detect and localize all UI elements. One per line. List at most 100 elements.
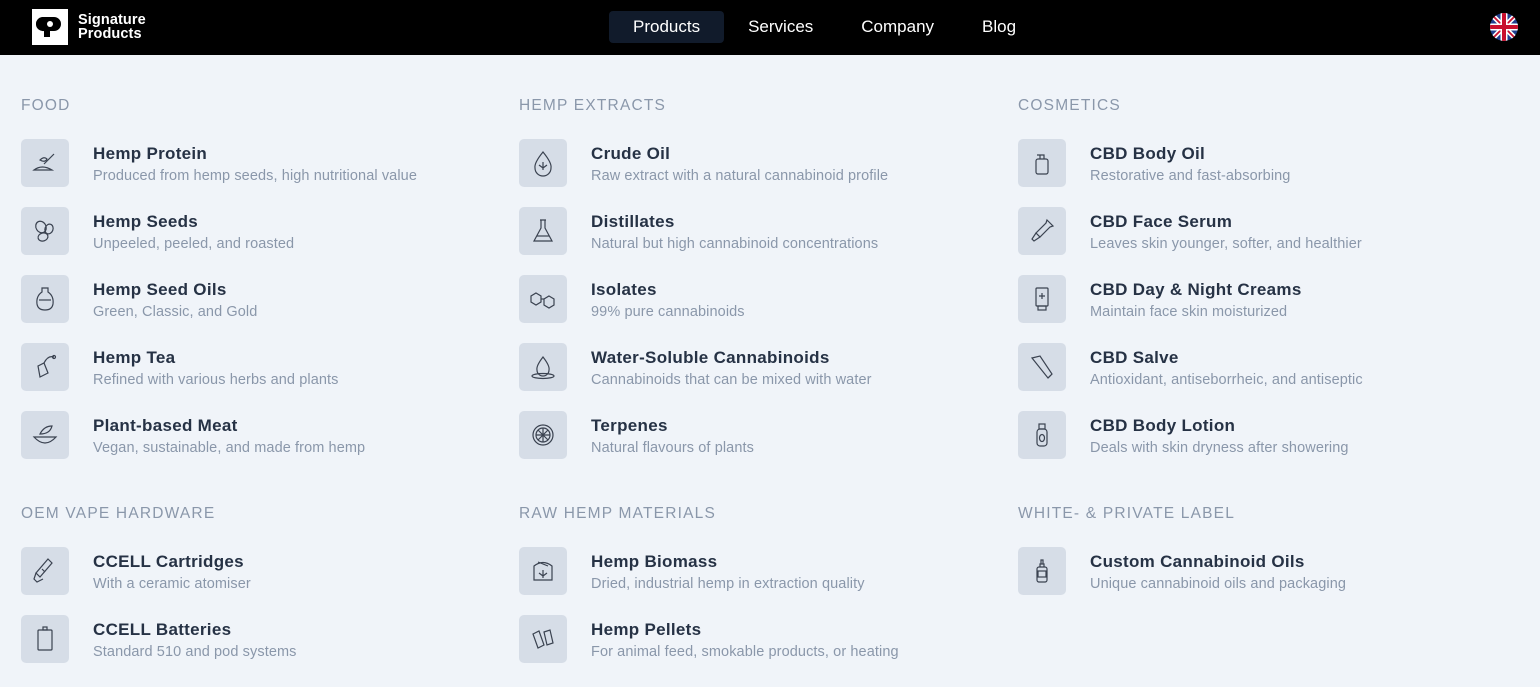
- molecule-icon: [519, 275, 567, 323]
- section-title: COSMETICS: [1018, 97, 1121, 114]
- menu-item-cbd-day-night-creams[interactable]: CBD Day & Night Creams Maintain face ski…: [1018, 275, 1488, 343]
- pellets-icon: [519, 615, 567, 663]
- item-title: Terpenes: [591, 416, 668, 435]
- lotion-bottle-icon: [1018, 411, 1066, 459]
- label-bottle-icon: [1018, 547, 1066, 595]
- item-title: Plant-based Meat: [93, 416, 238, 435]
- products-mega-menu: FOOD Hemp Protein Produced from hemp see…: [0, 55, 1540, 687]
- menu-item-terpenes[interactable]: Terpenes Natural flavours of plants: [519, 411, 989, 479]
- menu-item-ccell-batteries[interactable]: CCELL Batteries Standard 510 and pod sys…: [21, 615, 491, 683]
- item-title: Isolates: [591, 280, 657, 299]
- brand-name-line-2: Products: [78, 26, 142, 42]
- item-description: Restorative and fast-absorbing: [1090, 168, 1291, 184]
- item-description: Vegan, sustainable, and made from hemp: [93, 440, 366, 456]
- oil-jug-icon: [21, 275, 69, 323]
- item-title: CBD Salve: [1090, 348, 1179, 367]
- item-title: Hemp Seeds: [93, 212, 199, 231]
- item-title: Custom Cannabinoid Oils: [1090, 552, 1305, 571]
- top-navigation-bar: Signature Products Products Services Com…: [0, 0, 1540, 55]
- menu-item-hemp-biomass[interactable]: Hemp Biomass Dried, industrial hemp in e…: [519, 547, 989, 615]
- flask-icon: [519, 207, 567, 255]
- item-description: Deals with skin dryness after showering: [1090, 440, 1349, 456]
- section-title: RAW HEMP MATERIALS: [519, 505, 717, 522]
- seeds-icon: [21, 207, 69, 255]
- item-title: Crude Oil: [591, 144, 671, 163]
- item-description: Natural but high cannabinoid concentrati…: [591, 236, 879, 252]
- nav-company[interactable]: Company: [837, 11, 958, 43]
- item-description: Leaves skin younger, softer, and healthi…: [1090, 236, 1362, 252]
- brand-logo[interactable]: Signature Products: [32, 9, 146, 45]
- menu-item-isolates[interactable]: Isolates 99% pure cannabinoids: [519, 275, 989, 343]
- item-title: Water-Soluble Cannabinoids: [591, 348, 830, 367]
- item-title: Hemp Protein: [93, 144, 208, 163]
- nav-products[interactable]: Products: [609, 11, 725, 43]
- uk-flag-icon: [1490, 13, 1518, 41]
- item-title: CBD Body Oil: [1090, 144, 1206, 163]
- item-description: Dried, industrial hemp in extraction qua…: [591, 576, 865, 592]
- menu-item-distillates[interactable]: Distillates Natural but high cannabinoid…: [519, 207, 989, 275]
- item-title: CCELL Batteries: [93, 620, 232, 639]
- tea-bag-icon: [21, 343, 69, 391]
- language-switcher[interactable]: [1490, 13, 1518, 41]
- menu-item-ccell-cartridges[interactable]: CCELL Cartridges With a ceramic atomiser: [21, 547, 491, 615]
- section-raw-hemp-materials: RAW HEMP MATERIALS Hemp Biomass Dried, i…: [519, 504, 989, 683]
- pump-bottle-icon: [1018, 139, 1066, 187]
- item-description: For animal feed, smokable products, or h…: [591, 644, 899, 660]
- section-title: OEM VAPE HARDWARE: [21, 505, 216, 522]
- section-title: WHITE- & PRIVATE LABEL: [1018, 505, 1236, 522]
- item-description: Produced from hemp seeds, high nutrition…: [93, 168, 417, 184]
- item-description: With a ceramic atomiser: [93, 576, 251, 592]
- item-title: CBD Day & Night Creams: [1090, 280, 1302, 299]
- menu-item-cbd-body-lotion[interactable]: CBD Body Lotion Deals with skin dryness …: [1018, 411, 1488, 479]
- bowl-leaf-icon: [21, 411, 69, 459]
- nav-blog[interactable]: Blog: [958, 11, 1040, 43]
- section-white-private-label: WHITE- & PRIVATE LABEL Custom Cannabinoi…: [1018, 504, 1488, 615]
- menu-item-cbd-body-oil[interactable]: CBD Body Oil Restorative and fast-absorb…: [1018, 139, 1488, 207]
- scoop-icon: [21, 139, 69, 187]
- menu-item-cbd-salve[interactable]: CBD Salve Antioxidant, antiseborrheic, a…: [1018, 343, 1488, 411]
- brand-name: Signature Products: [78, 12, 146, 42]
- menu-item-hemp-seed-oils[interactable]: Hemp Seed Oils Green, Classic, and Gold: [21, 275, 491, 343]
- menu-item-custom-cannabinoid-oils[interactable]: Custom Cannabinoid Oils Unique cannabino…: [1018, 547, 1488, 615]
- item-description: Green, Classic, and Gold: [93, 304, 258, 320]
- main-nav: Products Services Company Blog: [609, 11, 1040, 43]
- menu-item-crude-oil[interactable]: Crude Oil Raw extract with a natural can…: [519, 139, 989, 207]
- section-hemp-extracts: HEMP EXTRACTS Crude Oil Raw extract with…: [519, 96, 989, 479]
- menu-item-cbd-face-serum[interactable]: CBD Face Serum Leaves skin younger, soft…: [1018, 207, 1488, 275]
- item-title: CCELL Cartridges: [93, 552, 244, 571]
- item-description: Refined with various herbs and plants: [93, 372, 339, 388]
- item-title: CBD Face Serum: [1090, 212, 1233, 231]
- item-title: Hemp Biomass: [591, 552, 718, 571]
- item-title: Hemp Tea: [93, 348, 176, 367]
- cartridge-icon: [21, 547, 69, 595]
- item-description: 99% pure cannabinoids: [591, 304, 745, 320]
- logo-mark-icon: [32, 9, 68, 45]
- cream-tube-icon: [1018, 275, 1066, 323]
- menu-item-hemp-seeds[interactable]: Hemp Seeds Unpeeled, peeled, and roasted: [21, 207, 491, 275]
- biomass-bag-icon: [519, 547, 567, 595]
- item-description: Cannabinoids that can be mixed with wate…: [591, 372, 872, 388]
- item-title: Hemp Pellets: [591, 620, 702, 639]
- item-description: Standard 510 and pod systems: [93, 644, 297, 660]
- water-drop-icon: [519, 343, 567, 391]
- battery-icon: [21, 615, 69, 663]
- dropper-icon: [1018, 207, 1066, 255]
- citrus-icon: [519, 411, 567, 459]
- nav-services[interactable]: Services: [724, 11, 837, 43]
- brand-name-line-1: Signature: [78, 12, 146, 28]
- item-description: Unique cannabinoid oils and packaging: [1090, 576, 1347, 592]
- item-description: Maintain face skin moisturized: [1090, 304, 1288, 320]
- item-title: CBD Body Lotion: [1090, 416, 1236, 435]
- section-title: HEMP EXTRACTS: [519, 97, 667, 114]
- item-description: Antioxidant, antiseborrheic, and antisep…: [1090, 372, 1363, 388]
- menu-item-hemp-protein[interactable]: Hemp Protein Produced from hemp seeds, h…: [21, 139, 491, 207]
- menu-item-water-soluble-cannabinoids[interactable]: Water-Soluble Cannabinoids Cannabinoids …: [519, 343, 989, 411]
- menu-item-hemp-tea[interactable]: Hemp Tea Refined with various herbs and …: [21, 343, 491, 411]
- item-title: Distillates: [591, 212, 675, 231]
- salve-tube-icon: [1018, 343, 1066, 391]
- menu-item-plant-based-meat[interactable]: Plant-based Meat Vegan, sustainable, and…: [21, 411, 491, 479]
- section-title: FOOD: [21, 97, 71, 114]
- item-description: Raw extract with a natural cannabinoid p…: [591, 168, 889, 184]
- section-food: FOOD Hemp Protein Produced from hemp see…: [21, 96, 491, 479]
- menu-item-hemp-pellets[interactable]: Hemp Pellets For animal feed, smokable p…: [519, 615, 989, 683]
